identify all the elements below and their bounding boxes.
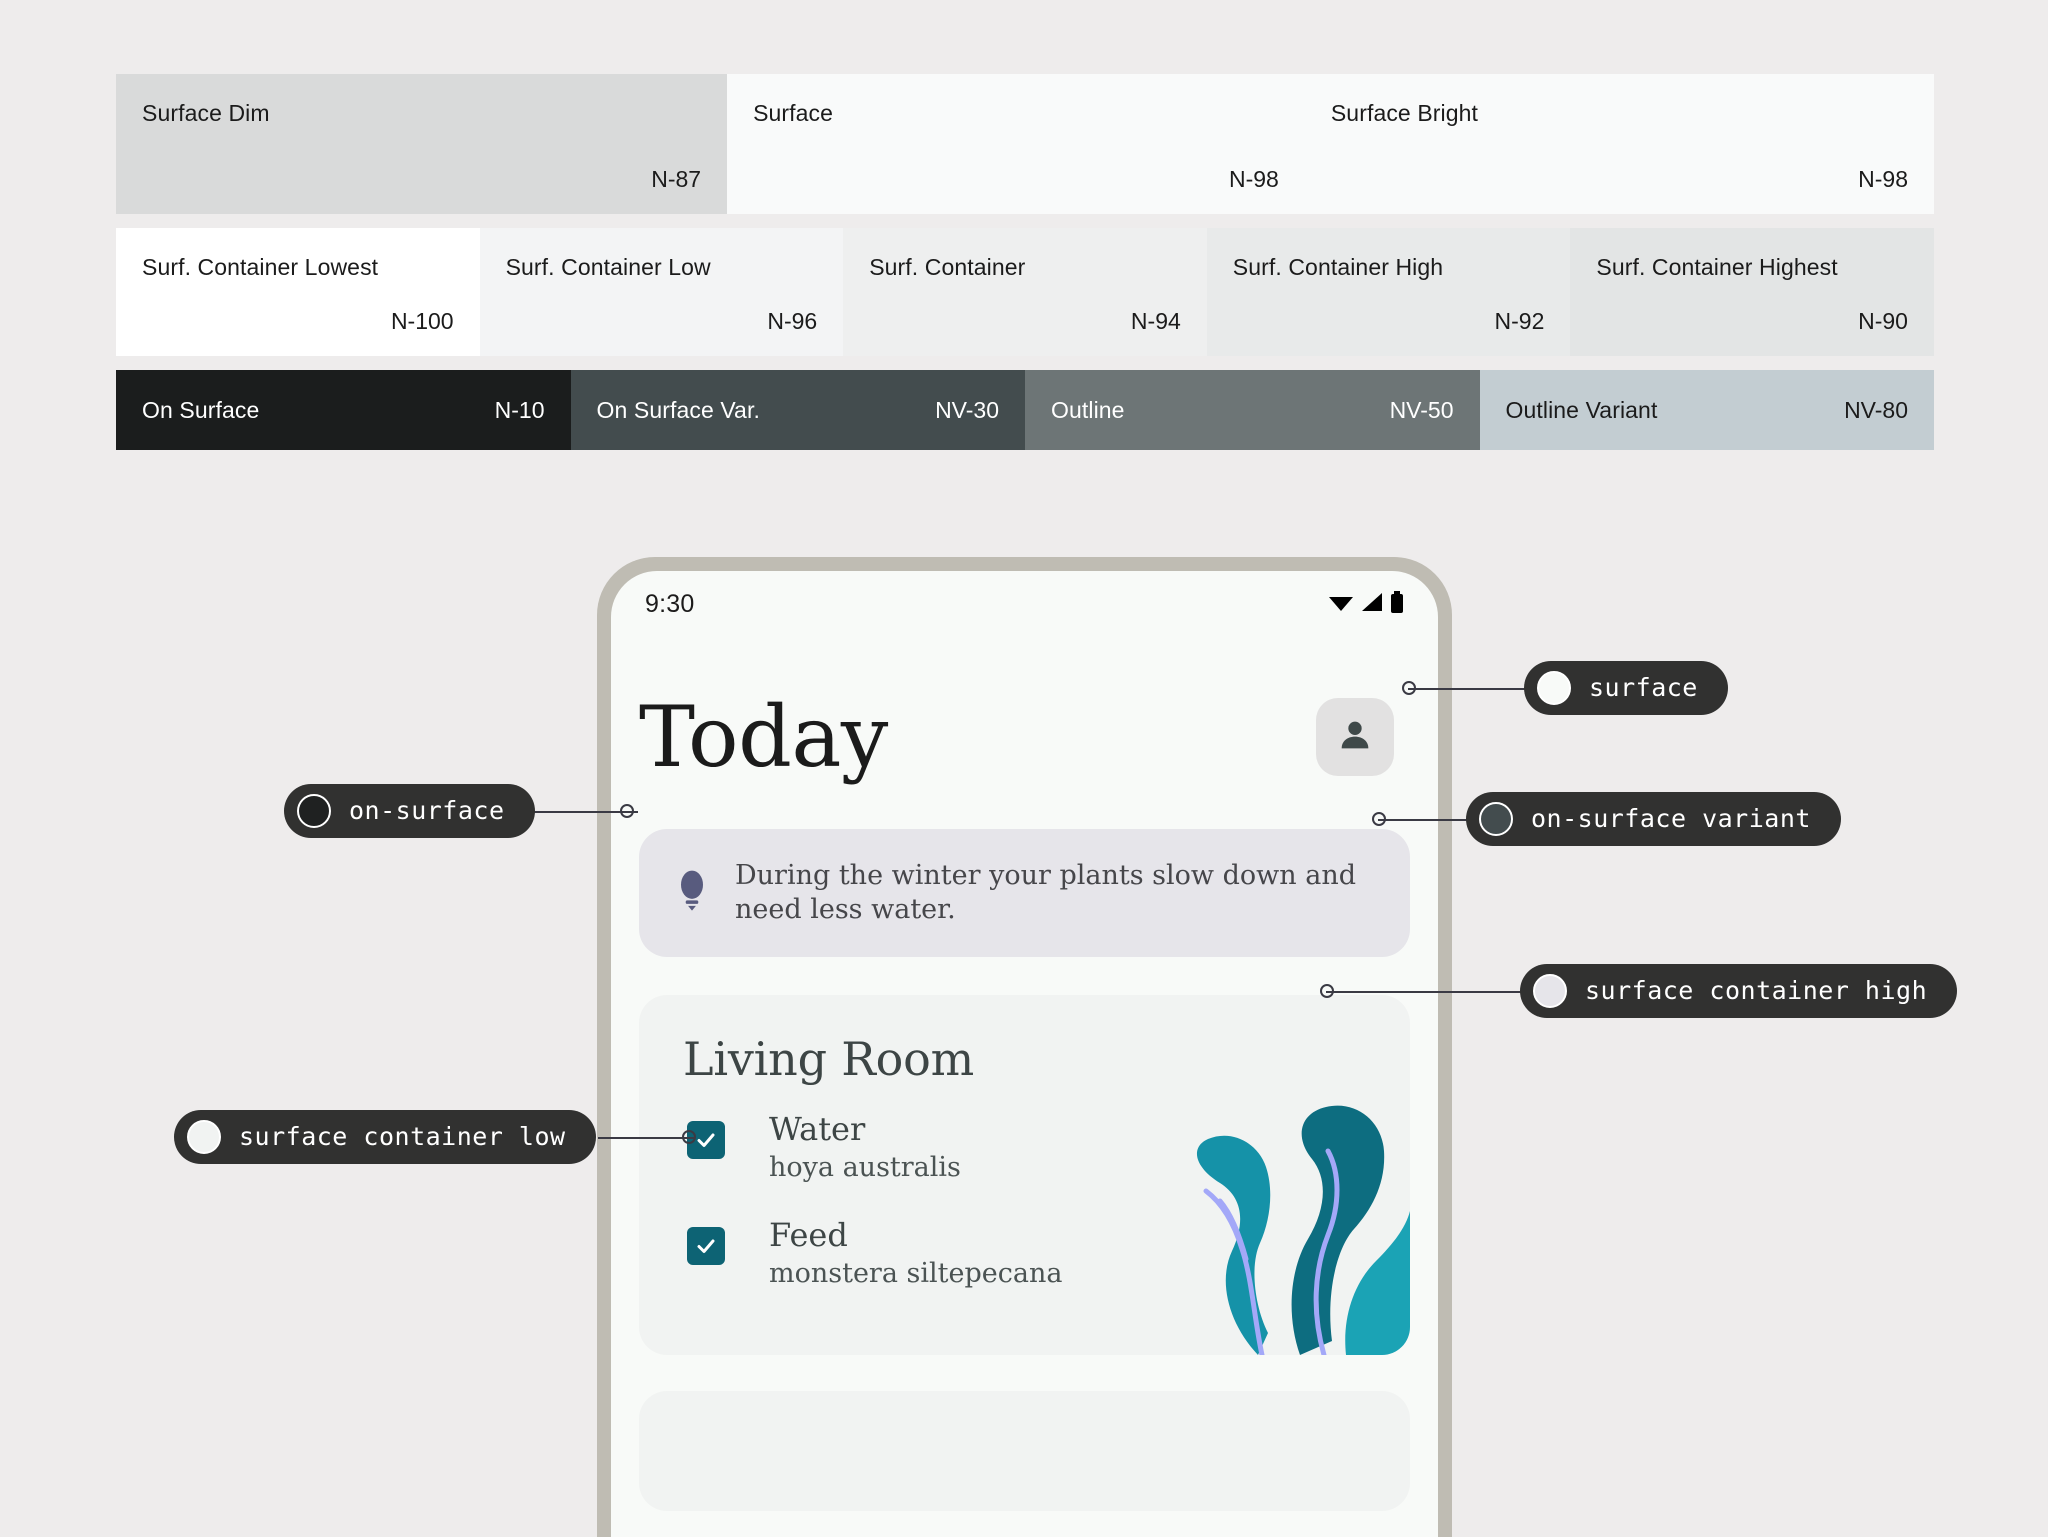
annotation-pill-on-surface[interactable]: on-surface — [284, 784, 535, 838]
leader-endpoint-dot — [1320, 984, 1334, 998]
leader-endpoint-dot — [620, 804, 634, 818]
phone-mockup: 9:30 Today During the winter your plants… — [597, 557, 1452, 1537]
swatch-name: Surf. Container — [869, 254, 1026, 280]
leader-endpoint-dot — [682, 1130, 696, 1144]
color-dot-icon — [297, 794, 331, 828]
status-time: 9:30 — [645, 589, 695, 618]
swatch-name: Outline Variant — [1505, 397, 1658, 423]
swatch-tone: N-94 — [1130, 308, 1181, 334]
swatch-tone: N-98 — [1229, 166, 1279, 192]
swatch-name: Surface — [753, 100, 834, 126]
swatch-tone: N-92 — [1494, 308, 1545, 334]
annotation-pill-on-surface-variant[interactable]: on-surface variant — [1466, 792, 1841, 846]
swatch-name: On Surface Var. — [596, 397, 760, 423]
swatch-name: Surf. Container Lowest — [142, 254, 379, 280]
leader-line — [598, 1137, 694, 1139]
annotation-pill-surface-container-low[interactable]: surface container low — [174, 1110, 596, 1164]
color-dot-icon — [1537, 671, 1571, 705]
swatch-tone: NV-30 — [935, 397, 999, 423]
color-swatch[interactable]: Surface Dim N-87 — [116, 74, 728, 214]
color-dot-icon — [1479, 802, 1513, 836]
swatch-tone: N-87 — [651, 166, 702, 192]
leader-endpoint-dot — [1402, 681, 1416, 695]
palette-row-on-surfaces: On Surface N-10 On Surface Var. NV-30 Outlin… — [116, 370, 1934, 450]
swatch-name: On Surface — [142, 397, 260, 423]
swatch-name: Surf. Container Low — [505, 254, 711, 280]
avatar[interactable] — [1316, 698, 1394, 776]
color-swatch[interactable]: Surf. Container Lowest N-100 — [116, 228, 480, 356]
color-palette: Surface Dim N-87 Surface N-98 Surface Bright… — [116, 74, 1934, 450]
swatch-name: Surf. Container High — [1232, 254, 1444, 280]
swatch-tone: NV-80 — [1844, 397, 1908, 423]
color-swatch[interactable]: Surface N-98 — [727, 74, 1305, 214]
page-title: Today — [639, 688, 888, 786]
color-dot-icon — [187, 1120, 221, 1154]
task-plant-name: monstera siltepecana — [769, 1258, 1063, 1289]
swatch-name: Surf. Container Highest — [1596, 254, 1838, 280]
next-card — [639, 1391, 1410, 1511]
palette-row-surfaces: Surface Dim N-87 Surface N-98 Surface Bright… — [116, 74, 1934, 214]
color-swatch[interactable]: Outline NV-50 — [1025, 370, 1480, 450]
battery-icon — [1390, 590, 1404, 618]
palette-row-containers: Surf. Container Lowest N-100 Surf. Contain… — [116, 228, 1934, 356]
leader-endpoint-dot — [1372, 812, 1386, 826]
leader-line — [1408, 688, 1526, 690]
annotation-pill-surface-container-high[interactable]: surface container high — [1520, 964, 1958, 1018]
swatch-tone: N-10 — [494, 397, 545, 423]
color-swatch[interactable]: Surf. Container N-94 — [843, 228, 1207, 356]
checkbox-checked-icon[interactable] — [687, 1227, 725, 1265]
app-header: Today — [611, 615, 1438, 781]
task-row[interactable]: Feed monstera siltepecana — [687, 1217, 1410, 1291]
annotation-pill-surface[interactable]: surface — [1524, 661, 1728, 715]
swatch-name: Surface Dim — [142, 100, 270, 126]
color-swatch[interactable]: On Surface N-10 — [116, 370, 571, 450]
status-icons — [1328, 590, 1404, 618]
swatch-name: Outline — [1051, 397, 1125, 423]
tip-text: During the winter your plants slow down … — [735, 860, 1356, 925]
annotation-label: surface container high — [1585, 976, 1928, 1005]
swatch-name: Surface Bright — [1330, 100, 1478, 126]
task-list: Water hoya australis Feed monstera siltepec… — [639, 1085, 1410, 1291]
color-swatch[interactable]: On Surface Var. NV-30 — [570, 370, 1025, 450]
swatch-tone: N-90 — [1858, 308, 1908, 334]
task-label: Water — [769, 1110, 866, 1148]
leader-line — [1326, 991, 1522, 993]
color-swatch[interactable]: Surf. Container Highest N-90 — [1570, 228, 1934, 356]
swatch-tone: N-98 — [1858, 166, 1908, 192]
swatch-tone: N-96 — [767, 308, 818, 334]
phone-screen: 9:30 Today During the winter your plants… — [611, 571, 1438, 1537]
signal-icon — [1360, 592, 1384, 617]
swatch-tone: N-100 — [390, 308, 454, 334]
tip-card[interactable]: During the winter your plants slow down … — [639, 829, 1410, 957]
annotation-label: on-surface — [349, 796, 505, 825]
color-swatch[interactable]: Outline Variant NV-80 — [1479, 370, 1934, 450]
person-icon — [1335, 715, 1375, 760]
color-dot-icon — [1533, 974, 1567, 1008]
color-swatch[interactable]: Surface Bright N-98 — [1304, 74, 1934, 214]
swatch-tone: NV-50 — [1389, 397, 1454, 423]
room-card: Living Room Water hoya australis Feed monst… — [639, 995, 1410, 1355]
lightbulb-icon — [673, 869, 711, 918]
task-label: Feed — [769, 1216, 848, 1254]
task-row[interactable]: Water hoya australis — [687, 1111, 1410, 1185]
color-swatch[interactable]: Surf. Container High N-92 — [1206, 228, 1571, 356]
color-swatch[interactable]: Surf. Container Low N-96 — [479, 228, 844, 356]
task-plant-name: hoya australis — [769, 1152, 961, 1183]
wifi-icon — [1328, 592, 1354, 617]
annotation-label: surface — [1589, 673, 1698, 702]
status-bar: 9:30 — [611, 571, 1438, 618]
leader-line — [1378, 819, 1468, 821]
annotation-label: surface container low — [239, 1122, 566, 1151]
annotation-label: on-surface variant — [1531, 804, 1811, 833]
